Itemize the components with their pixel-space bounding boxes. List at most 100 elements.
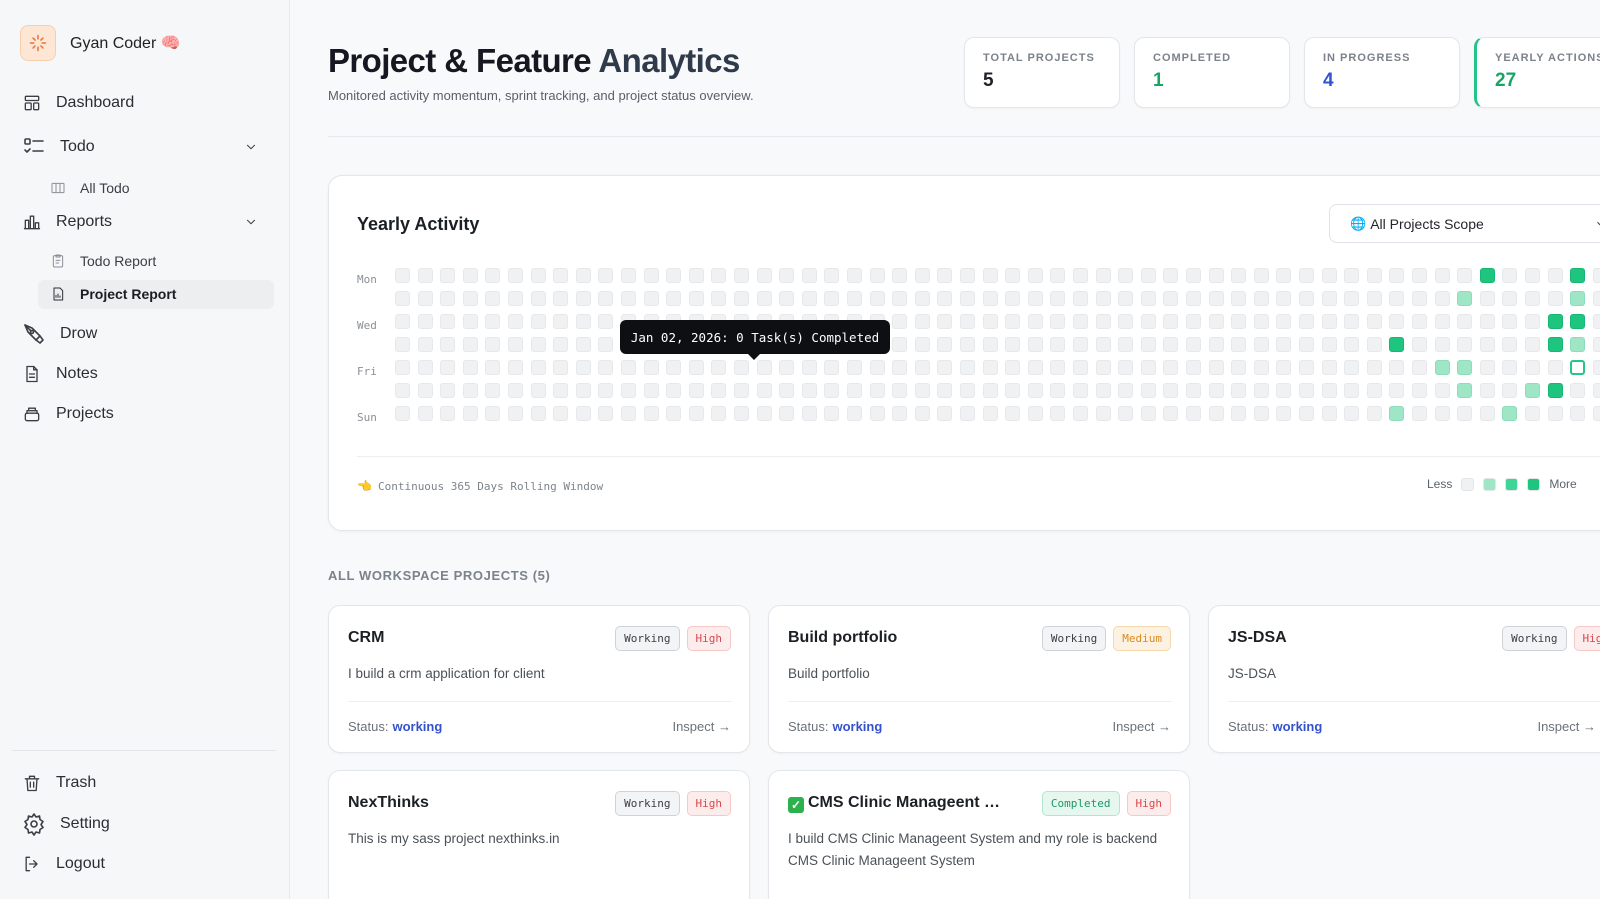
heatmap-cell[interactable] [1547, 314, 1563, 329]
heatmap-cell[interactable] [937, 314, 953, 329]
heatmap-cell[interactable] [1434, 360, 1450, 375]
heatmap-cell[interactable] [1299, 314, 1314, 329]
heatmap-cell[interactable] [462, 406, 478, 421]
heatmap-cell[interactable] [1253, 268, 1269, 283]
heatmap-cell[interactable] [711, 406, 727, 421]
heatmap-cell[interactable] [1073, 268, 1088, 283]
heatmap-cell[interactable] [914, 314, 930, 329]
heatmap-cell[interactable] [960, 337, 975, 352]
heatmap-cell[interactable] [937, 406, 953, 421]
heatmap-cell[interactable] [1592, 383, 1600, 398]
heatmap-cell[interactable] [982, 314, 998, 329]
heatmap-cell[interactable] [1592, 268, 1600, 283]
chevron-down-icon[interactable] [244, 215, 258, 229]
heatmap-cell[interactable] [734, 360, 749, 375]
heatmap-cell[interactable] [1366, 383, 1382, 398]
heatmap-cell[interactable] [960, 291, 975, 306]
heatmap-cell[interactable] [1118, 383, 1134, 398]
heatmap-cell[interactable] [440, 383, 456, 398]
heatmap-cell[interactable] [1502, 406, 1518, 421]
heatmap-cell[interactable] [1321, 314, 1337, 329]
heatmap-cell[interactable] [1434, 268, 1450, 283]
heatmap-cell[interactable] [1140, 406, 1156, 421]
heatmap-cell[interactable] [1005, 291, 1021, 306]
project-card[interactable]: Build portfolio Working Medium Build por… [768, 605, 1190, 753]
project-card[interactable]: NexThinks Working High This is my sass p… [328, 770, 750, 899]
inspect-link[interactable]: Inspect → [1112, 719, 1171, 734]
heatmap-cell[interactable] [801, 268, 817, 283]
heatmap-cell[interactable] [1140, 314, 1156, 329]
sidebar-item-project-report[interactable]: Project Report [50, 286, 176, 302]
heatmap-cell[interactable] [937, 337, 953, 352]
heatmap-cell[interactable] [1253, 360, 1269, 375]
heatmap-cell[interactable] [869, 268, 885, 283]
heatmap-cell[interactable] [643, 383, 659, 398]
heatmap-cell[interactable] [553, 360, 569, 375]
heatmap-cell[interactable] [937, 268, 953, 283]
heatmap-cell[interactable] [440, 337, 456, 352]
heatmap-cell[interactable] [1525, 268, 1540, 283]
heatmap-cell[interactable] [1276, 314, 1292, 329]
heatmap-cell[interactable] [1389, 268, 1405, 283]
heatmap-cell[interactable] [1299, 406, 1314, 421]
heatmap-cell[interactable] [1163, 268, 1179, 283]
heatmap-cell[interactable] [779, 406, 795, 421]
heatmap-cell[interactable] [1344, 268, 1360, 283]
heatmap-cell[interactable] [1073, 291, 1088, 306]
heatmap-cell[interactable] [1231, 337, 1247, 352]
heatmap-cell[interactable] [1095, 360, 1111, 375]
heatmap-cell[interactable] [1050, 337, 1066, 352]
heatmap-cell[interactable] [1434, 383, 1450, 398]
heatmap-cell[interactable] [1027, 291, 1043, 306]
heatmap-cell[interactable] [1412, 337, 1427, 352]
heatmap-cell[interactable] [756, 291, 772, 306]
heatmap-cell[interactable] [1344, 314, 1360, 329]
heatmap-cell[interactable] [869, 291, 885, 306]
heatmap-cell[interactable] [1525, 337, 1540, 352]
heatmap-cell[interactable] [1570, 291, 1586, 306]
heatmap-cell[interactable] [508, 314, 523, 329]
heatmap-cell[interactable] [1118, 268, 1134, 283]
heatmap-cell[interactable] [395, 406, 410, 421]
heatmap-cell[interactable] [666, 360, 682, 375]
heatmap-cell[interactable] [1027, 383, 1043, 398]
heatmap-cell[interactable] [779, 291, 795, 306]
chevron-down-icon[interactable] [244, 140, 258, 154]
heatmap-cell[interactable] [1366, 291, 1382, 306]
heatmap-cell[interactable] [1050, 314, 1066, 329]
heatmap-cell[interactable] [1231, 360, 1247, 375]
heatmap-cell[interactable] [982, 360, 998, 375]
heatmap-cell[interactable] [1163, 406, 1179, 421]
heatmap-cell[interactable] [1073, 337, 1088, 352]
heatmap-cell[interactable] [711, 360, 727, 375]
heatmap-cell[interactable] [1299, 268, 1314, 283]
heatmap-cell[interactable] [530, 383, 546, 398]
heatmap-cell[interactable] [1457, 314, 1473, 329]
heatmap-cell[interactable] [1005, 360, 1021, 375]
heatmap-cell[interactable] [914, 383, 930, 398]
heatmap-cell[interactable] [1231, 291, 1247, 306]
heatmap-cell[interactable] [1344, 360, 1360, 375]
heatmap-cell[interactable] [1208, 337, 1224, 352]
heatmap-cell[interactable] [1027, 314, 1043, 329]
heatmap-cell[interactable] [1321, 268, 1337, 283]
heatmap-cell[interactable] [462, 360, 478, 375]
heatmap-cell[interactable] [914, 268, 930, 283]
heatmap-cell[interactable] [1321, 337, 1337, 352]
heatmap-cell[interactable] [643, 291, 659, 306]
heatmap-cell[interactable] [1276, 383, 1292, 398]
heatmap-cell[interactable] [621, 291, 636, 306]
brand[interactable]: Gyan Coder 🧠 [20, 25, 181, 61]
heatmap-cell[interactable] [1186, 383, 1201, 398]
heatmap-cell[interactable] [892, 291, 908, 306]
heatmap-cell[interactable] [1479, 268, 1495, 283]
heatmap-cell[interactable] [982, 268, 998, 283]
heatmap-cell[interactable] [1479, 291, 1495, 306]
heatmap-cell[interactable] [1344, 383, 1360, 398]
heatmap-cell[interactable] [1344, 337, 1360, 352]
heatmap-cell[interactable] [508, 406, 523, 421]
heatmap-cell[interactable] [1027, 360, 1043, 375]
heatmap-cell[interactable] [688, 360, 704, 375]
heatmap-cell[interactable] [801, 406, 817, 421]
heatmap-cell[interactable] [1186, 291, 1201, 306]
